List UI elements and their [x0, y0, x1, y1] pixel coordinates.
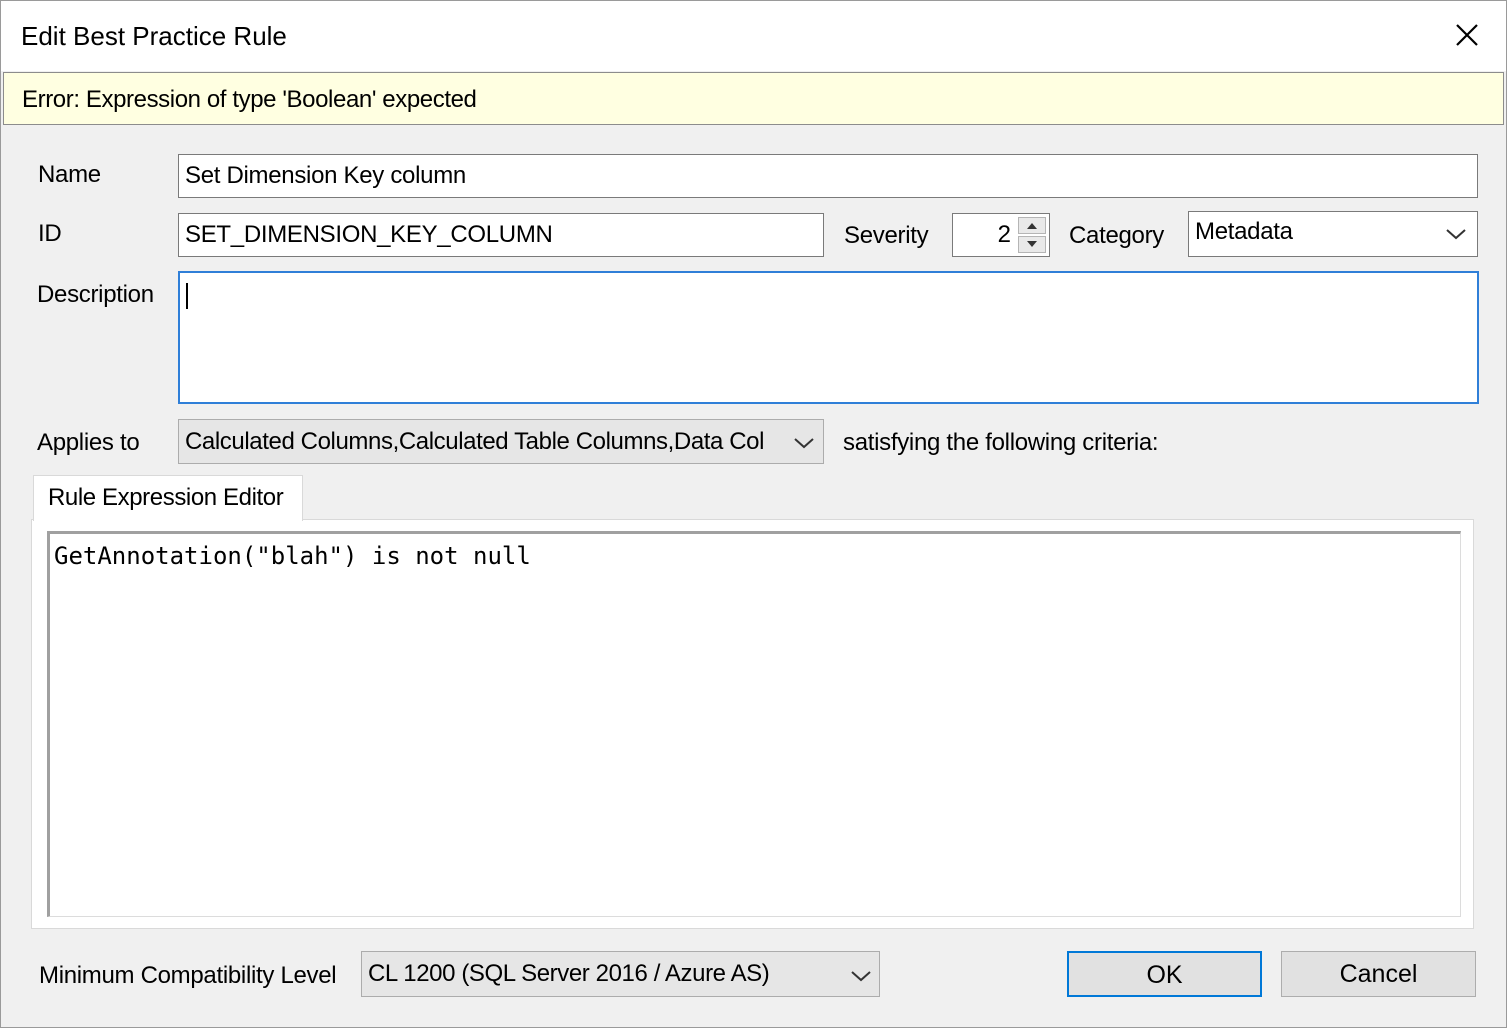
description-textarea[interactable]: [178, 271, 1479, 404]
text-caret: [186, 283, 188, 309]
close-button[interactable]: [1441, 11, 1493, 59]
caret-down-icon: [1027, 241, 1037, 247]
category-value: Metadata: [1195, 218, 1293, 245]
compatibility-level-value: CL 1200 (SQL Server 2016 / Azure AS): [368, 960, 770, 987]
severity-value: 2: [997, 221, 1011, 248]
chevron-down-icon: [851, 971, 871, 982]
rule-expression-text: GetAnnotation("blah") is not null: [54, 542, 531, 570]
ok-button-label: OK: [1146, 961, 1183, 989]
window-title: Edit Best Practice Rule: [21, 21, 287, 51]
criteria-label: satisfying the following criteria:: [843, 429, 1159, 456]
applies-to-select[interactable]: Calculated Columns,Calculated Table Colu…: [178, 419, 824, 464]
severity-down-button[interactable]: [1018, 236, 1046, 253]
category-label: Category: [1069, 222, 1164, 249]
severity-label: Severity: [844, 222, 929, 249]
dialog-window: Edit Best Practice Rule Error: Expressio…: [0, 0, 1507, 1028]
ok-button[interactable]: OK: [1067, 951, 1262, 997]
severity-stepper[interactable]: 2: [952, 213, 1050, 257]
cancel-button[interactable]: Cancel: [1281, 951, 1476, 997]
severity-up-button[interactable]: [1018, 217, 1046, 234]
id-label: ID: [38, 220, 62, 247]
title-bar: Edit Best Practice Rule: [1, 1, 1506, 71]
applies-to-value: Calculated Columns,Calculated Table Colu…: [185, 428, 765, 455]
category-select[interactable]: Metadata: [1188, 211, 1478, 257]
cancel-button-label: Cancel: [1339, 960, 1418, 988]
chevron-down-icon: [794, 438, 814, 449]
name-label: Name: [38, 161, 101, 188]
name-input[interactable]: Set Dimension Key column: [178, 154, 1478, 198]
tab-label: Rule Expression Editor: [48, 484, 284, 511]
rule-expression-editor[interactable]: GetAnnotation("blah") is not null: [47, 531, 1461, 917]
severity-spin-buttons: [1018, 217, 1046, 253]
tab-rule-expression-editor[interactable]: Rule Expression Editor: [33, 475, 303, 521]
description-label: Description: [37, 281, 154, 308]
error-message: Error: Expression of type 'Boolean' expe…: [22, 86, 477, 113]
name-input-value: Set Dimension Key column: [185, 162, 466, 189]
caret-up-icon: [1027, 223, 1037, 229]
compatibility-level-select[interactable]: CL 1200 (SQL Server 2016 / Azure AS): [361, 951, 880, 997]
id-input-value: SET_DIMENSION_KEY_COLUMN: [185, 221, 553, 248]
applies-to-label: Applies to: [37, 429, 140, 456]
error-banner: Error: Expression of type 'Boolean' expe…: [3, 72, 1504, 125]
chevron-down-icon: [1446, 229, 1466, 240]
compatibility-level-label: Minimum Compatibility Level: [39, 962, 337, 989]
close-icon: [1456, 24, 1478, 46]
id-input[interactable]: SET_DIMENSION_KEY_COLUMN: [178, 213, 824, 257]
